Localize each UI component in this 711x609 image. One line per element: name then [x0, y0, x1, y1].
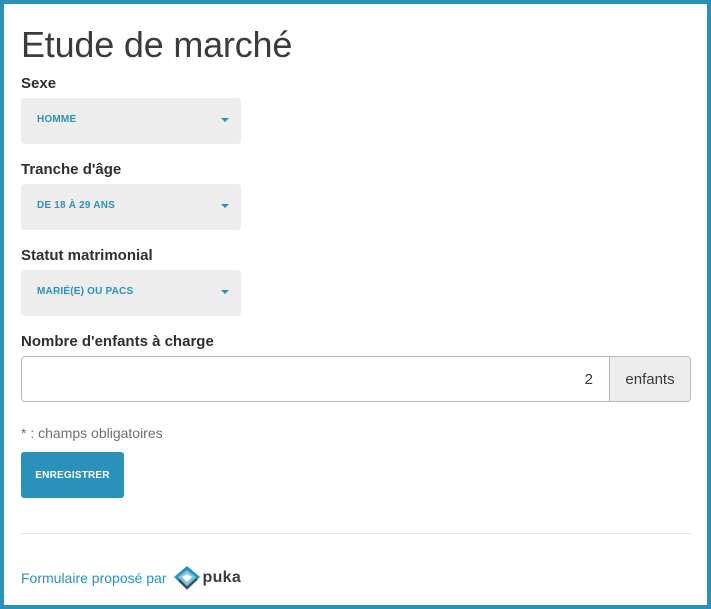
age-select[interactable]: DE 18 À 29 ANS [21, 184, 241, 230]
footer: Formulaire proposé par puka [21, 564, 241, 592]
age-label: Tranche d'âge [21, 161, 122, 178]
enfants-input-group: enfants [21, 356, 691, 402]
caret-down-icon [221, 290, 229, 294]
enfants-label: Nombre d'enfants à charge [21, 333, 214, 350]
form-frame: Etude de marché Sexe HOMME Tranche d'âge… [0, 0, 711, 609]
statut-select-value: MARIÉ(E) OU PACS [37, 286, 134, 297]
puka-logo-link[interactable]: puka [173, 565, 242, 591]
sexe-select-value: HOMME [37, 114, 77, 125]
caret-down-icon [221, 204, 229, 208]
statut-select[interactable]: MARIÉ(E) OU PACS [21, 270, 241, 316]
required-fields-note: * : champs obligatoires [21, 425, 163, 441]
footer-divider [21, 533, 691, 534]
form-title: Etude de marché [21, 24, 293, 65]
sexe-select[interactable]: HOMME [21, 98, 241, 144]
age-select-value: DE 18 À 29 ANS [37, 200, 116, 211]
caret-down-icon [221, 118, 229, 122]
enfants-unit-addon: enfants [609, 357, 690, 401]
footer-credit-text: Formulaire proposé par [21, 570, 167, 586]
enfants-input[interactable] [22, 357, 609, 401]
enregistrer-button[interactable]: ENREGISTRER [21, 452, 124, 498]
statut-label: Statut matrimonial [21, 247, 153, 264]
sexe-label: Sexe [21, 75, 57, 92]
puka-logo-icon [173, 566, 200, 590]
puka-logo-text: puka [202, 569, 242, 586]
